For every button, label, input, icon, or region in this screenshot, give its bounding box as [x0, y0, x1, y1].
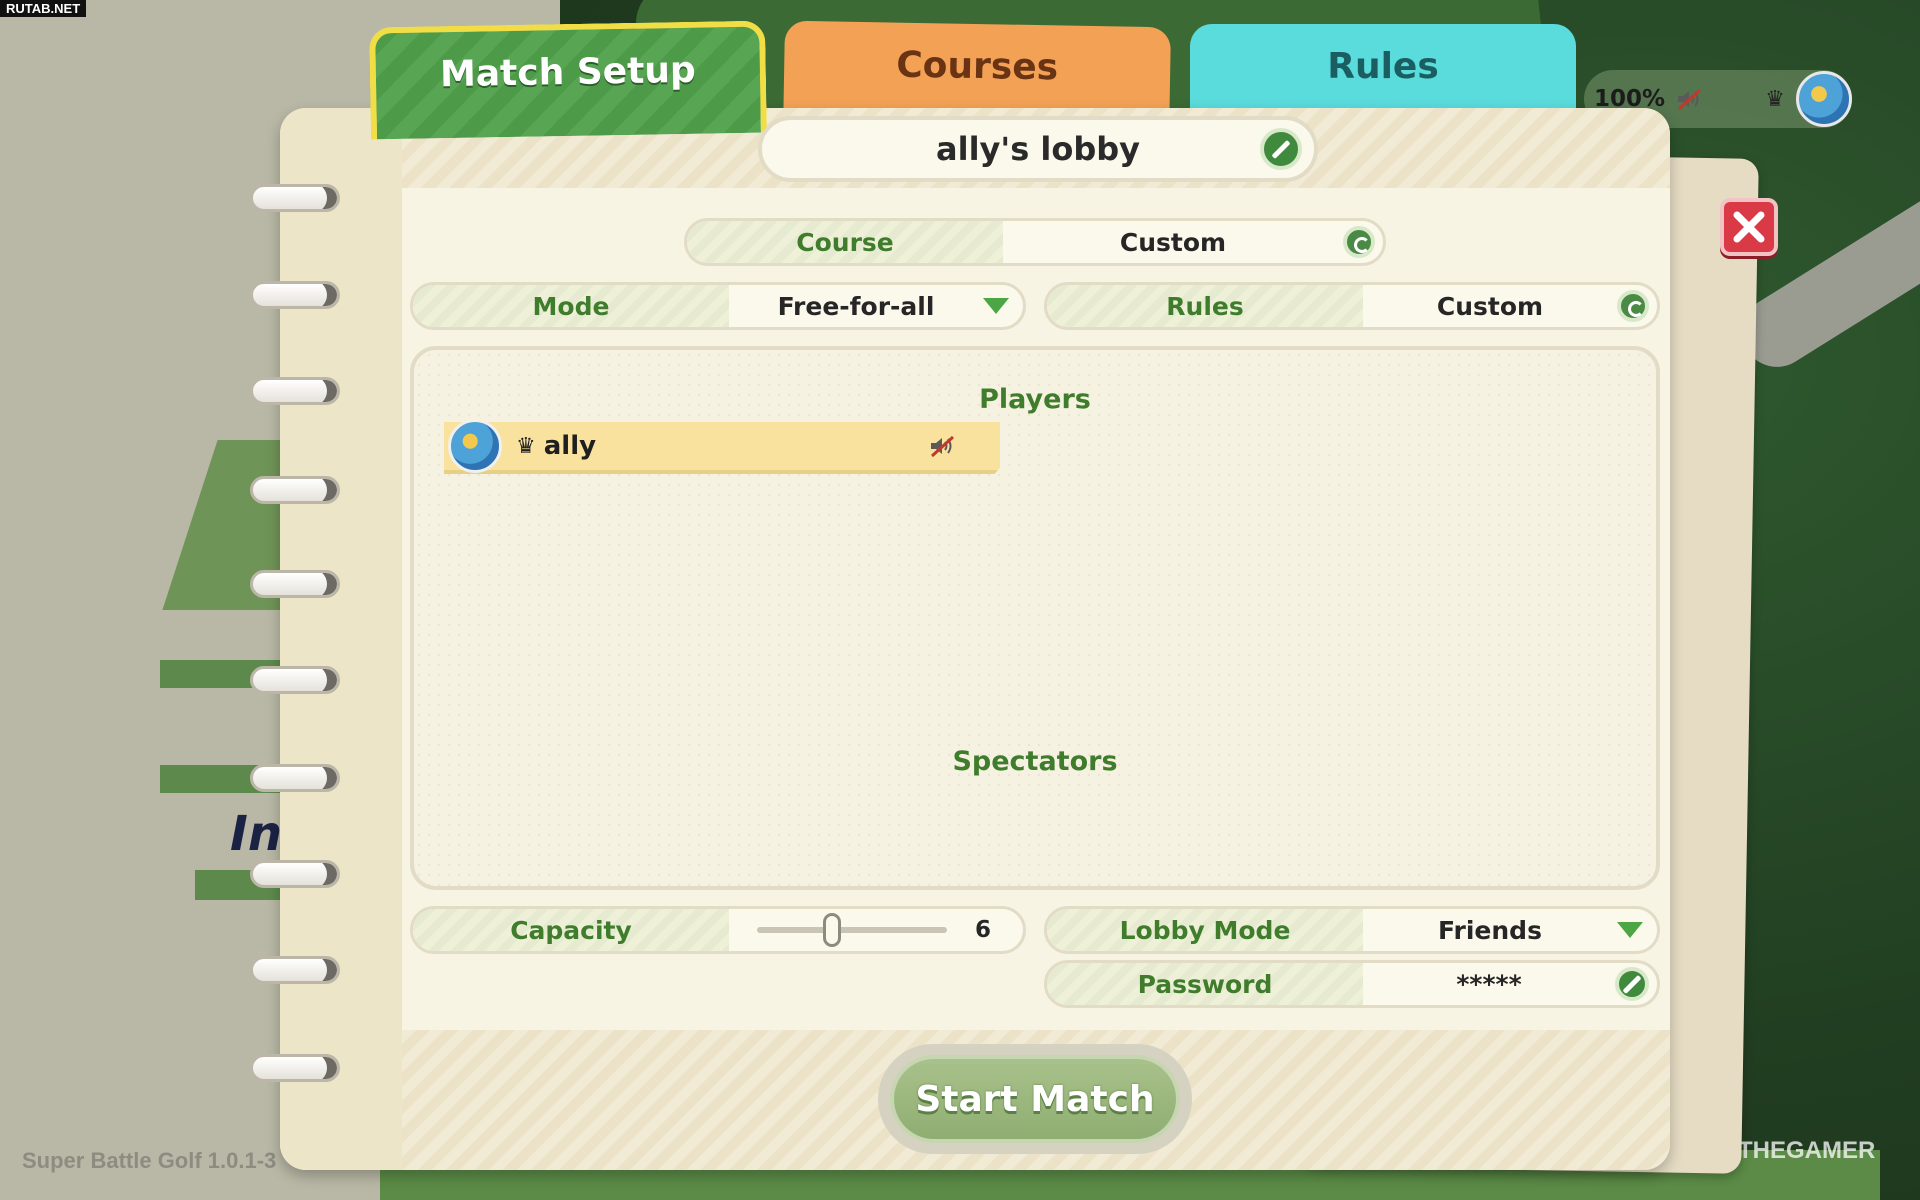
- crown-icon: ♛: [1765, 86, 1785, 112]
- avatar[interactable]: [1796, 71, 1852, 127]
- players-panel: Players ♛ ally Spectators: [410, 346, 1660, 890]
- binder-ring: [250, 1054, 340, 1082]
- open-rules-icon[interactable]: [1617, 290, 1649, 322]
- binder-ring: [250, 476, 340, 504]
- rules-setting[interactable]: Rules Custom: [1044, 282, 1660, 330]
- tab-match-setup[interactable]: Match Setup: [369, 20, 767, 140]
- binder-ring: [250, 570, 340, 598]
- lobby-mode-dropdown[interactable]: Lobby Mode Friends: [1044, 906, 1660, 954]
- capacity-value: 6: [975, 917, 992, 943]
- crown-icon: ♛: [516, 433, 536, 459]
- player-row[interactable]: ♛ ally: [444, 422, 1000, 474]
- start-match-button[interactable]: Start Match: [878, 1044, 1192, 1154]
- binder-ring: [250, 281, 340, 309]
- capacity-label: Capacity: [413, 909, 729, 951]
- chevron-down-icon[interactable]: [1617, 922, 1643, 938]
- lobby-mode-value: Friends: [1438, 915, 1542, 945]
- binder-ring: [250, 860, 340, 888]
- password-field[interactable]: Password *****: [1044, 960, 1660, 1008]
- brand-name: THEGAMER: [1738, 1137, 1876, 1164]
- background-menu-text: In: [230, 806, 283, 862]
- site-watermark: RUTAB.NET: [0, 0, 87, 17]
- password-label: Password: [1047, 963, 1363, 1005]
- capacity-setting: Capacity 6: [410, 906, 1026, 954]
- password-value: *****: [1456, 969, 1522, 999]
- version-label: Super Battle Golf 1.0.1-3: [22, 1148, 277, 1173]
- edit-password-icon[interactable]: [1615, 967, 1649, 1001]
- muted-speaker-icon[interactable]: [928, 434, 956, 458]
- players-heading: Players: [979, 384, 1091, 415]
- start-match-label: Start Match: [890, 1055, 1180, 1143]
- player-name: ally: [543, 431, 597, 461]
- chevron-down-icon[interactable]: [983, 298, 1009, 314]
- notebook-binding: [280, 108, 402, 1170]
- lobby-mode-label: Lobby Mode: [1047, 909, 1363, 951]
- course-value: Custom: [1119, 227, 1227, 257]
- avatar: [448, 422, 502, 473]
- binder-ring: [250, 764, 340, 792]
- mode-value: Free-for-all: [777, 291, 935, 321]
- slider-thumb[interactable]: [823, 913, 841, 947]
- binder-ring: [250, 377, 340, 405]
- muted-speaker-icon[interactable]: [1675, 87, 1703, 111]
- binder-ring: [250, 956, 340, 984]
- lobby-name-text: ally's lobby: [936, 130, 1140, 168]
- capacity-slider[interactable]: [757, 913, 947, 947]
- lobby-name-field[interactable]: ally's lobby: [758, 116, 1318, 182]
- binder-ring: [250, 184, 340, 212]
- open-courses-icon[interactable]: [1343, 226, 1375, 258]
- edit-lobby-name-icon[interactable]: [1260, 128, 1302, 170]
- spectators-heading: Spectators: [952, 746, 1118, 777]
- rules-value: Custom: [1436, 291, 1544, 321]
- mode-dropdown[interactable]: Mode Free-for-all: [410, 282, 1026, 330]
- course-label: Course: [687, 221, 1003, 263]
- close-button[interactable]: [1720, 198, 1778, 256]
- binder-ring: [250, 666, 340, 694]
- close-icon: [1733, 211, 1765, 243]
- tab-label: Match Setup: [439, 49, 697, 96]
- mode-label: Mode: [413, 285, 729, 327]
- rules-label: Rules: [1047, 285, 1363, 327]
- course-setting[interactable]: Course Custom: [684, 218, 1386, 266]
